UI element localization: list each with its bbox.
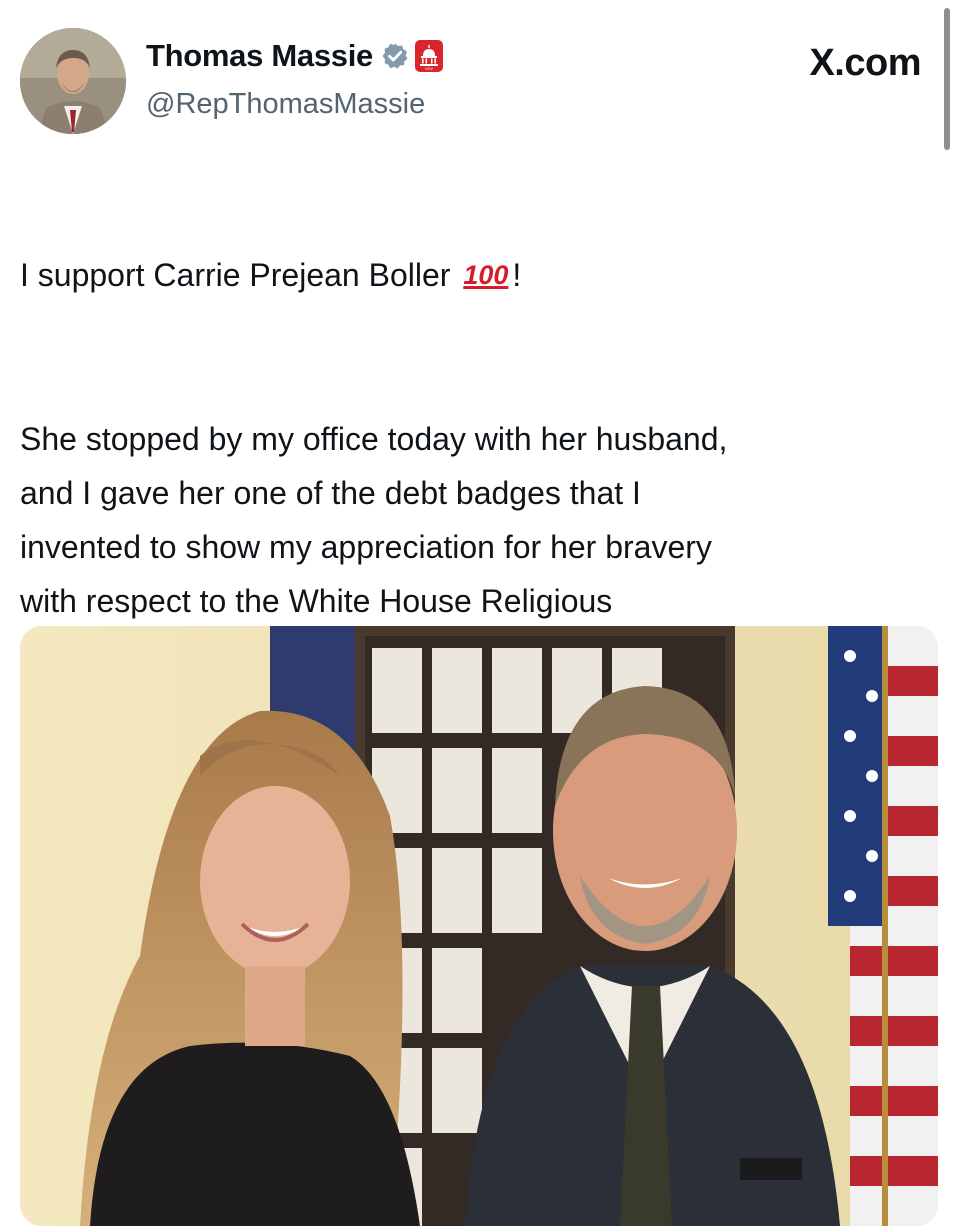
author-name-row: Thomas Massie GOV	[146, 38, 443, 74]
author-handle[interactable]: @RepThomasMassie	[146, 88, 425, 121]
photo-illustration	[20, 626, 938, 1226]
tweet-first-line: I support Carrie Prejean Boller 100!	[20, 248, 930, 304]
tweet-line1-punct: !	[512, 257, 522, 293]
scrollbar[interactable]	[944, 8, 950, 150]
author-avatar[interactable]	[20, 28, 126, 134]
tweet-line1-text: I support Carrie Prejean Boller	[20, 257, 451, 293]
hundred-points-emoji-icon: 100	[463, 260, 509, 290]
svg-text:GOV: GOV	[425, 67, 433, 71]
us-government-capitol-icon[interactable]: GOV	[414, 40, 443, 72]
site-brand-logo: X.com	[809, 42, 921, 84]
tweet-photo[interactable]	[20, 626, 938, 1226]
verified-badge-icon[interactable]	[381, 42, 409, 70]
author-name[interactable]: Thomas Massie	[146, 38, 373, 74]
avatar-photo	[20, 28, 126, 134]
